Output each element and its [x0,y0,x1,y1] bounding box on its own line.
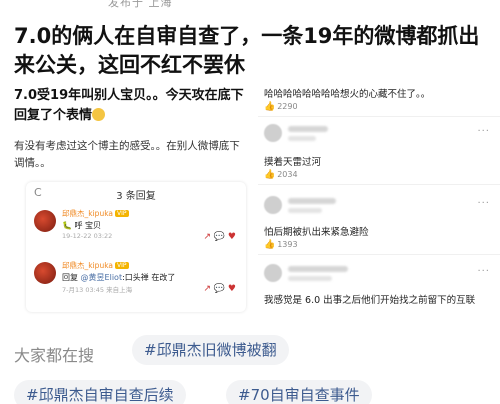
divider [258,116,500,117]
left-title-text: 7.0受19年叫别人宝贝。。今天攻在底下回复了个表情 [14,88,244,123]
more-icon[interactable]: ··· [477,198,490,209]
reply-text: 回复 @黄昱Eliot:口头禅 在改了 [62,273,176,282]
avatar[interactable] [264,264,282,282]
mention-link[interactable]: @黄昱Eliot [81,273,123,282]
top-partial-text: 发布于 上海 [108,0,173,9]
post-headline: 7.0的俩人在自审自查了，一条19年的微博都抓出来公关，这回不红不罢休 [14,24,480,77]
comment-text: 哈哈哈哈哈哈哈哈想火的心藏不住了。。 [264,89,431,100]
search-tag[interactable]: #邱鼎杰旧微博被翻 [132,335,289,365]
avatar[interactable] [34,262,56,284]
avatar[interactable] [264,124,282,142]
divider [258,254,500,255]
reply-card: C 3 条回复 邱鼎杰_kipuka VIP 🐛 呼 宝贝 19-12-22 03… [26,182,246,312]
comment-text: 怕后期被扒出来紧急避险 [264,227,369,238]
comment-text: 摸着天雷过河 [264,157,322,168]
blurred-username [288,198,336,204]
reply-text: 🐛 呼 宝贝 [62,221,102,230]
vip-badge: VIP [115,262,129,269]
like-count[interactable]: 👍 1393 [264,240,298,250]
trending-search-section: 大家都在搜 #邱鼎杰旧微博被翻 #邱鼎杰自审自查后续 #70自审自查事件 [0,330,500,404]
reply-card-header: C 3 条回复 [26,182,246,204]
left-screenshot[interactable]: 7.0受19年叫别人宝贝。。今天攻在底下回复了个表情 有没有考虑过这个博主的感受… [6,82,250,314]
avatar[interactable] [34,210,56,232]
comment-text: 我感觉是 6.0 出事之后他们开始找之前留下的互联 [264,295,476,306]
vip-badge: VIP [115,210,129,217]
right-screenshot[interactable]: 哈哈哈哈哈哈哈哈想火的心藏不住了。。 👍 2290 ··· 摸着天雷过河 👍 203… [258,84,500,316]
reply-time: 19-12-22 03:22 [62,232,113,240]
blurred-time [288,208,322,213]
avatar[interactable] [264,196,282,214]
blurred-username [288,126,328,132]
reply-username[interactable]: 邱鼎杰_kipuka VIP [62,208,129,219]
left-screenshot-body: 有没有考虑过这个博主的感受。。在别人微博底下调情。。 [14,140,240,169]
reply-count: 3 条回复 [116,191,156,202]
left-screenshot-title: 7.0受19年叫别人宝贝。。今天攻在底下回复了个表情 [14,86,246,126]
trending-search-label: 大家都在搜 [14,346,95,365]
smile-emoji-icon [92,108,106,121]
blurred-username [288,266,348,272]
reply-time: 7-月13 03:45 来自上海 [62,286,133,294]
search-tag[interactable]: #70自审自查事件 [226,380,372,404]
thumbs-up-icon: 👍 [264,170,276,180]
blurred-time [288,276,332,281]
more-icon[interactable]: ··· [477,266,490,277]
like-count[interactable]: 👍 2290 [264,102,298,112]
reply-username[interactable]: 邱鼎杰_kipuka VIP [62,260,129,271]
reply-actions[interactable]: ↗ 💬 ♥ [203,284,236,294]
thumbs-up-icon: 👍 [264,240,276,250]
divider [258,184,500,185]
thumbs-up-icon: 👍 [264,102,276,112]
search-tag[interactable]: #邱鼎杰自审自查后续 [14,380,186,404]
reply-item[interactable]: 邱鼎杰_kipuka VIP 回复 @黄昱Eliot:口头禅 在改了 7-月13 … [34,260,240,308]
blurred-time [288,136,316,141]
more-icon[interactable]: ··· [477,126,490,137]
like-count[interactable]: 👍 2034 [264,170,298,180]
reply-actions[interactable]: ↗ 💬 ♥ [203,232,236,242]
reply-item[interactable]: 邱鼎杰_kipuka VIP 🐛 呼 宝贝 19-12-22 03:22 ↗ 💬 … [34,208,240,256]
